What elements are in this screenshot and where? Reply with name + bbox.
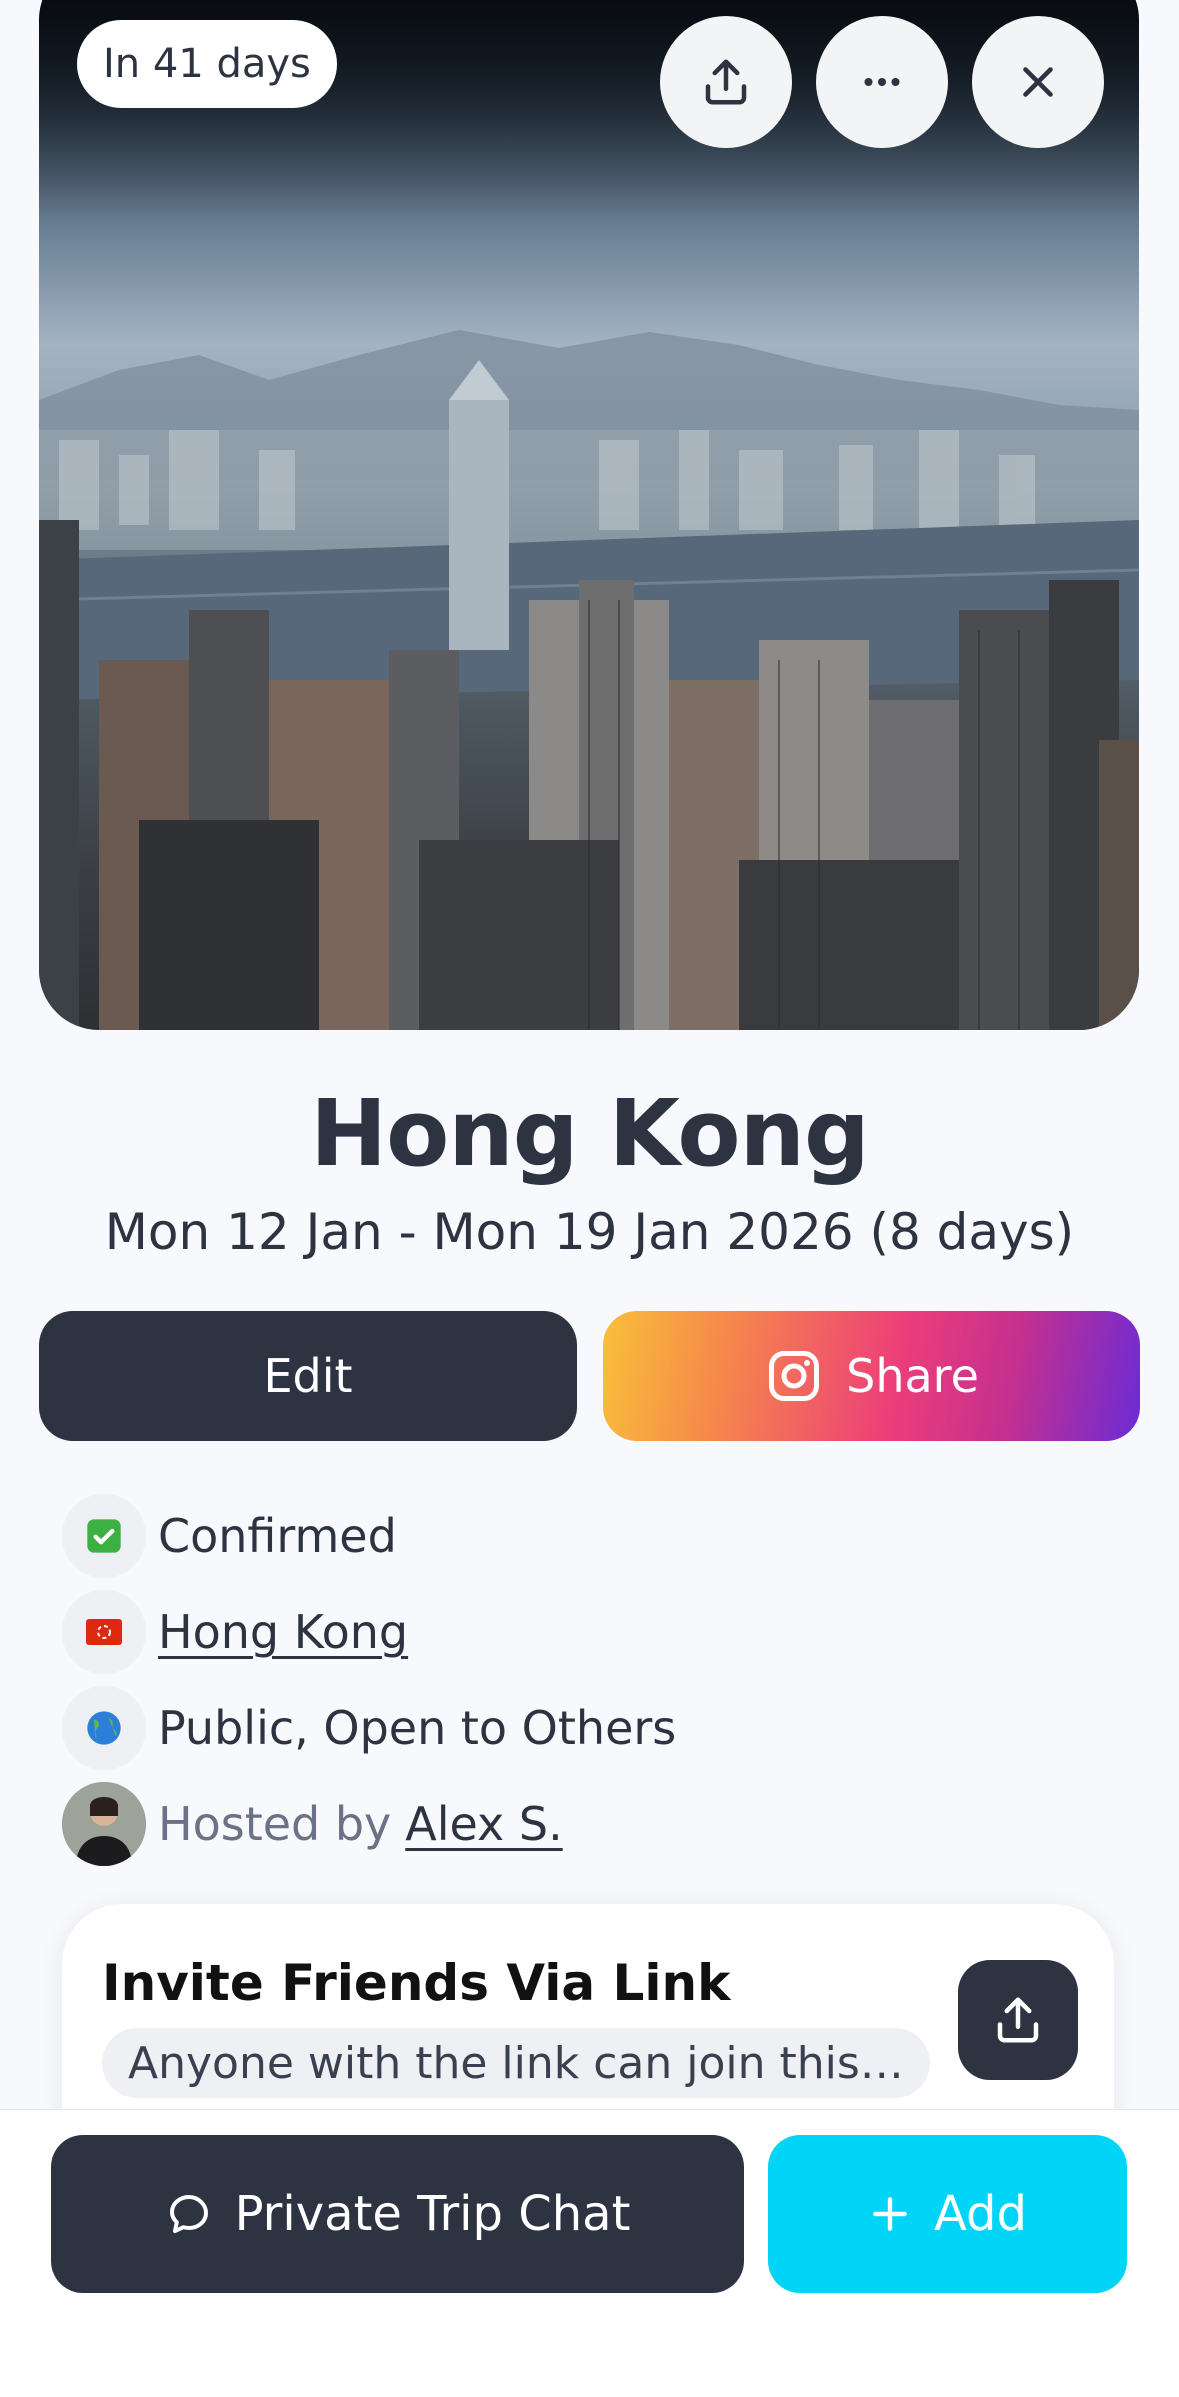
close-icon	[1023, 67, 1053, 97]
chat-bubble-icon	[169, 2195, 208, 2233]
invite-title: Invite Friends Via Link	[102, 1954, 731, 2012]
private-trip-chat-button[interactable]: Private Trip Chat	[51, 2135, 744, 2293]
destination-link[interactable]: Hong Kong	[158, 1605, 408, 1659]
host-avatar[interactable]	[62, 1782, 146, 1866]
destination-row[interactable]: Hong Kong	[62, 1589, 408, 1675]
upload-icon	[997, 1997, 1039, 2043]
globe-icon	[62, 1686, 146, 1770]
host-name-link[interactable]: Alex S.	[405, 1797, 562, 1851]
more-options-button[interactable]	[816, 16, 948, 148]
close-button[interactable]	[972, 16, 1104, 148]
add-button-label: Add	[934, 2186, 1027, 2242]
hosted-by-label: Hosted by	[158, 1797, 392, 1851]
check-mark-icon	[62, 1494, 146, 1578]
trip-cover-image	[39, 0, 1139, 1030]
instagram-icon	[769, 1351, 820, 1401]
plus-icon	[873, 2197, 907, 2231]
edit-button[interactable]: Edit	[39, 1311, 577, 1441]
share-button-label: Share	[846, 1349, 979, 1403]
countdown-badge: In 41 days	[77, 20, 337, 108]
chat-button-label: Private Trip Chat	[234, 2186, 631, 2242]
edit-button-label: Edit	[263, 1349, 353, 1403]
add-button[interactable]: Add	[768, 2135, 1127, 2293]
status-label: Confirmed	[158, 1509, 397, 1563]
bottom-action-bar: Private Trip Chat Add	[0, 2109, 1179, 2397]
trip-dates: Mon 12 Jan - Mon 19 Jan 2026 (8 days)	[104, 1203, 1075, 1261]
upload-icon	[705, 59, 747, 105]
instagram-share-button[interactable]: Share	[603, 1311, 1140, 1441]
visibility-row: Public, Open to Others	[62, 1685, 676, 1771]
visibility-label: Public, Open to Others	[158, 1701, 677, 1755]
host-row: Hosted by Alex S.	[62, 1781, 563, 1867]
invite-share-button[interactable]	[958, 1960, 1078, 2080]
trip-title: Hong Kong	[310, 1080, 870, 1187]
status-row: Confirmed	[62, 1493, 397, 1579]
countdown-label: In 41 days	[103, 41, 311, 87]
share-button[interactable]	[660, 16, 792, 148]
invite-link-description: Anyone with the link can join this…	[102, 2028, 930, 2098]
city-skyline-illustration	[39, 0, 1139, 1030]
hong-kong-flag-icon	[62, 1590, 146, 1674]
more-horizontal-icon	[864, 77, 900, 87]
